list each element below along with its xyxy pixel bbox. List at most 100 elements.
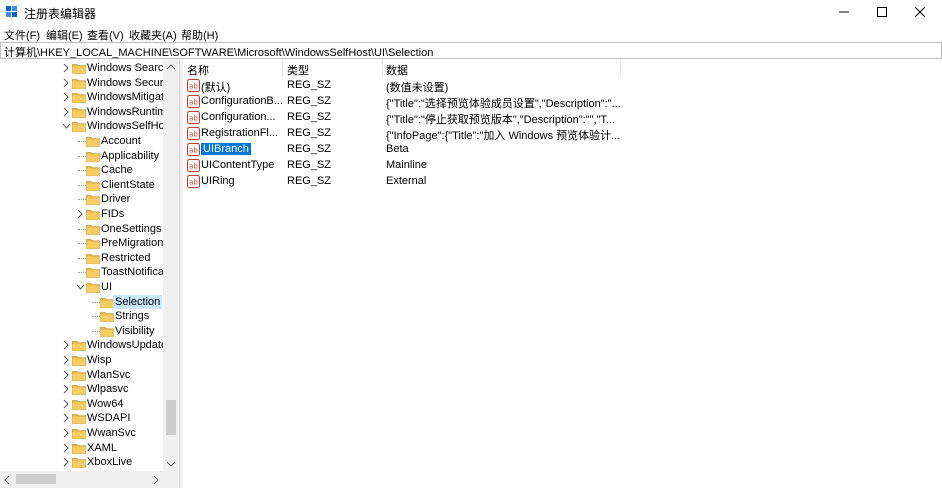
svg-text:ab: ab bbox=[189, 115, 198, 123]
tree-item[interactable]: Visibility bbox=[0, 324, 179, 339]
scroll-down-icon[interactable] bbox=[167, 461, 175, 467]
tree-item[interactable]: Strings bbox=[0, 309, 179, 324]
expand-chevron-icon[interactable] bbox=[62, 355, 71, 365]
expand-chevron-icon[interactable] bbox=[62, 443, 71, 453]
expand-chevron-icon[interactable] bbox=[62, 340, 71, 350]
tree-vertical-scroll-thumb[interactable] bbox=[166, 400, 176, 435]
column-header-type[interactable]: 类型 bbox=[283, 60, 383, 77]
tree-item[interactable]: PreMigration bbox=[0, 236, 179, 251]
tree-item[interactable]: WwanSvc bbox=[0, 426, 179, 441]
tree-item-label: Wow64 bbox=[87, 397, 123, 411]
tree-item[interactable]: ToastNotifica bbox=[0, 265, 179, 280]
expand-chevron-icon[interactable] bbox=[62, 457, 71, 467]
menu-view[interactable]: 查看(V) bbox=[87, 27, 124, 43]
close-button[interactable] bbox=[902, 0, 938, 24]
menu-help[interactable]: 帮助(H) bbox=[181, 27, 218, 43]
tree-item[interactable]: Selection bbox=[0, 295, 179, 310]
value-row[interactable]: abUIBranchREG_SZBeta bbox=[183, 142, 942, 158]
folder-icon bbox=[72, 63, 86, 74]
tree-item[interactable]: Wlpasvc bbox=[0, 382, 179, 397]
tree-item[interactable]: Account bbox=[0, 134, 179, 149]
value-data: (数值未设置) bbox=[386, 79, 626, 95]
expand-chevron-icon[interactable] bbox=[62, 413, 71, 423]
address-bar[interactable]: 计算机\HKEY_LOCAL_MACHINE\SOFTWARE\Microsof… bbox=[0, 42, 942, 59]
value-row[interactable]: abRegistrationFl...REG_SZ{"InfoPage":{"T… bbox=[183, 126, 942, 142]
value-row[interactable]: abConfiguration...REG_SZ{"Title":"停止获取预览… bbox=[183, 110, 942, 126]
expand-chevron-icon[interactable] bbox=[62, 428, 71, 438]
expand-chevron-icon[interactable] bbox=[62, 92, 71, 102]
tree-item[interactable]: XboxLive bbox=[0, 455, 179, 470]
tree-item[interactable]: WindowsRuntim bbox=[0, 105, 179, 120]
expand-chevron-icon[interactable] bbox=[76, 209, 85, 219]
value-name: UIRing bbox=[201, 175, 283, 187]
column-separator[interactable] bbox=[620, 60, 621, 77]
tree-item[interactable]: WindowsMitigat bbox=[0, 90, 179, 105]
tree-item-label: Account bbox=[101, 134, 141, 148]
value-type: REG_SZ bbox=[287, 111, 382, 123]
tree-item-label: UI bbox=[101, 280, 112, 294]
menu-favorites[interactable]: 收藏夹(A) bbox=[129, 27, 177, 43]
menu-file[interactable]: 文件(F) bbox=[4, 27, 40, 43]
expand-chevron-icon[interactable] bbox=[62, 78, 71, 88]
string-value-icon: ab bbox=[187, 95, 200, 108]
value-type: REG_SZ bbox=[287, 95, 382, 107]
maximize-button[interactable] bbox=[864, 0, 900, 24]
folder-icon bbox=[86, 267, 100, 278]
value-data: Mainline bbox=[386, 159, 626, 171]
collapse-chevron-icon[interactable] bbox=[62, 121, 71, 131]
minimize-icon bbox=[839, 7, 849, 17]
menu-edit[interactable]: 编辑(E) bbox=[46, 27, 83, 43]
column-header-name[interactable]: 名称 bbox=[183, 60, 283, 77]
tree-item[interactable]: XAML bbox=[0, 441, 179, 456]
value-row[interactable]: abUIRingREG_SZExternal bbox=[183, 174, 942, 190]
expand-chevron-icon[interactable] bbox=[62, 370, 71, 380]
tree-item[interactable]: WlanSvc bbox=[0, 368, 179, 383]
address-path[interactable]: 计算机\HKEY_LOCAL_MACHINE\SOFTWARE\Microsof… bbox=[4, 44, 433, 60]
tree-item[interactable]: Wow64 bbox=[0, 397, 179, 412]
expand-chevron-icon[interactable] bbox=[62, 107, 71, 117]
value-data: {"Title":"选择预览体验成员设置","Description":"... bbox=[386, 95, 626, 111]
scroll-right-icon[interactable] bbox=[153, 476, 159, 484]
tree-item-label: Applicability bbox=[101, 149, 159, 163]
tree-horizontal-scroll-thumb[interactable] bbox=[16, 474, 56, 484]
tree-item[interactable]: Windows Securi bbox=[0, 76, 179, 91]
tree-item[interactable]: Applicability bbox=[0, 149, 179, 164]
folder-icon bbox=[72, 428, 86, 439]
column-header-data[interactable]: 数据 bbox=[382, 60, 622, 77]
expand-chevron-icon[interactable] bbox=[62, 63, 71, 73]
scroll-left-icon[interactable] bbox=[4, 476, 10, 484]
tree-item[interactable]: WindowsUpdate bbox=[0, 338, 179, 353]
tree-item[interactable]: FIDs bbox=[0, 207, 179, 222]
tree-item[interactable]: ClientState bbox=[0, 178, 179, 193]
tree-item-label: PreMigration bbox=[101, 236, 163, 250]
tree-item-label: FIDs bbox=[101, 207, 124, 221]
tree-item-label: Driver bbox=[101, 192, 130, 206]
expand-chevron-icon[interactable] bbox=[62, 399, 71, 409]
folder-icon bbox=[86, 238, 100, 249]
tree-item[interactable]: WSDAPI bbox=[0, 411, 179, 426]
tree-item[interactable]: WindowsSelfHo bbox=[0, 119, 179, 134]
minimize-button[interactable] bbox=[826, 0, 862, 24]
folder-icon bbox=[86, 253, 100, 264]
tree-item[interactable]: UI bbox=[0, 280, 179, 295]
tree-item-label: Selection bbox=[113, 295, 162, 309]
tree-item[interactable]: Wisp bbox=[0, 353, 179, 368]
value-row[interactable]: abConfigurationB...REG_SZ{"Title":"选择预览体… bbox=[183, 94, 942, 110]
value-data: {"InfoPage":{"Title":"加入 Windows 预览体验计..… bbox=[386, 127, 626, 143]
collapse-chevron-icon[interactable] bbox=[76, 282, 85, 292]
tree-item-label: Strings bbox=[115, 309, 149, 323]
tree-item[interactable]: Windows Search bbox=[0, 61, 179, 76]
value-row[interactable]: abUIContentTypeREG_SZMainline bbox=[183, 158, 942, 174]
tree-item[interactable]: Cache bbox=[0, 163, 179, 178]
svg-text:ab: ab bbox=[189, 83, 198, 91]
value-type: REG_SZ bbox=[287, 159, 382, 171]
tree-item[interactable]: Restricted bbox=[0, 251, 179, 266]
tree-item-label: Cache bbox=[101, 163, 133, 177]
tree-item[interactable]: Driver bbox=[0, 192, 179, 207]
tree-item-label: Wisp bbox=[87, 353, 111, 367]
scroll-up-icon[interactable] bbox=[167, 64, 175, 70]
expand-chevron-icon[interactable] bbox=[62, 384, 71, 394]
value-row[interactable]: ab(默认)REG_SZ(数值未设置) bbox=[183, 78, 942, 94]
tree-item[interactable]: OneSettings bbox=[0, 222, 179, 237]
tree-item-label: WindowsMitigat bbox=[87, 90, 164, 104]
